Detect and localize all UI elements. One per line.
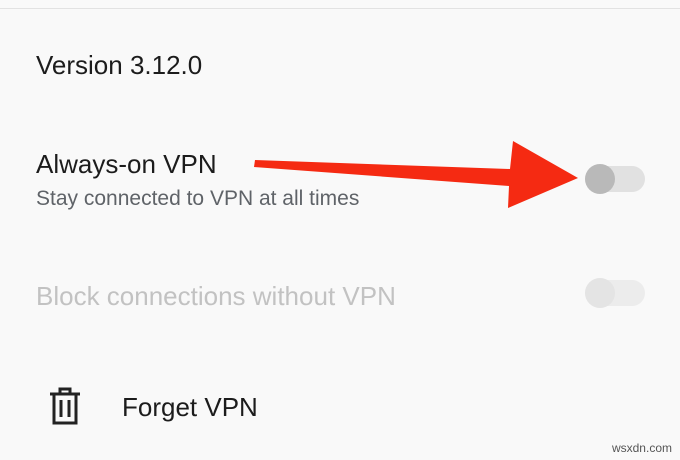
always-on-vpn-title[interactable]: Always-on VPN bbox=[36, 149, 217, 180]
forget-vpn-label[interactable]: Forget VPN bbox=[122, 392, 258, 423]
trash-icon[interactable] bbox=[48, 386, 82, 426]
top-divider bbox=[0, 8, 680, 9]
toggle-knob bbox=[585, 164, 615, 194]
watermark: wsxdn.com bbox=[611, 441, 672, 455]
block-connections-title: Block connections without VPN bbox=[36, 281, 396, 311]
version-label: Version 3.12.0 bbox=[36, 50, 203, 80]
toggle-knob bbox=[585, 278, 615, 308]
always-on-vpn-toggle[interactable] bbox=[585, 164, 645, 194]
block-connections-toggle bbox=[585, 278, 645, 308]
always-on-vpn-subtitle: Stay connected to VPN at all times bbox=[36, 187, 360, 210]
